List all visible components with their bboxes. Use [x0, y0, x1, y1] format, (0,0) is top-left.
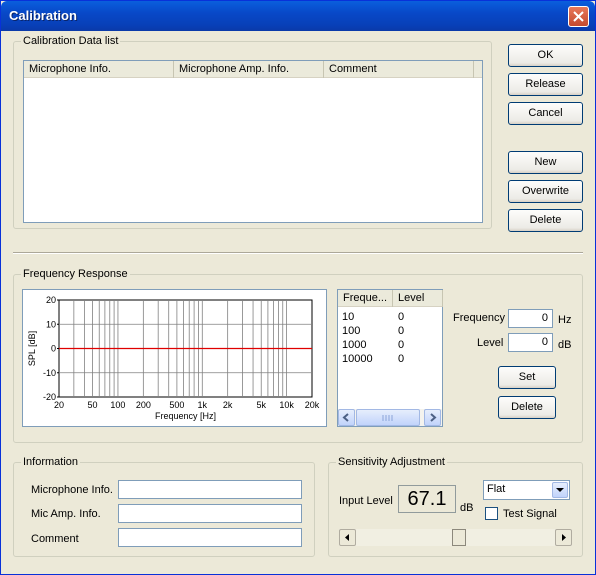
input-level-unit: dB: [460, 502, 474, 514]
scroll-right-button[interactable]: [424, 409, 441, 426]
sensitivity-adjustment-legend: Sensitivity Adjustment: [338, 456, 445, 468]
frequency-input[interactable]: 0: [508, 309, 553, 328]
mic-amp-info-input[interactable]: [118, 504, 302, 523]
column-microphone-amp-info[interactable]: Microphone Amp. Info.: [174, 61, 324, 78]
slider-thumb[interactable]: [452, 529, 467, 546]
x-tick-label: 1k: [198, 400, 208, 410]
y-tick-label: -10: [43, 368, 56, 378]
frequency-response-chart: 20 10 0 -10 -20 20 50 100 200 500 1k 2k 5k 10k 20k Freq…: [22, 289, 327, 427]
test-signal-label: Test Signal: [503, 508, 557, 520]
dropdown-button[interactable]: [552, 482, 568, 498]
row-frequency: 100: [342, 325, 361, 337]
weighting-select[interactable]: Flat: [483, 480, 570, 500]
microphone-info-input[interactable]: [118, 480, 302, 499]
comment-label: Comment: [31, 533, 79, 545]
column-comment[interactable]: Comment: [324, 61, 474, 78]
frequency-response-legend: Frequency Response: [23, 268, 128, 280]
level-input[interactable]: 0: [508, 333, 553, 352]
frequency-unit: Hz: [558, 314, 572, 326]
overwrite-button[interactable]: Overwrite: [508, 180, 583, 203]
frequency-table-header: Freque... Level: [338, 290, 443, 307]
row-level: 0: [398, 325, 405, 337]
x-tick-label: 2k: [223, 400, 233, 410]
calibration-data-list[interactable]: Microphone Info. Microphone Amp. Info. C…: [23, 60, 483, 223]
table-row-level[interactable]: 0: [398, 338, 404, 352]
row-level: 0: [398, 353, 405, 365]
x-tick-label: 20: [54, 400, 64, 410]
weighting-value: Flat: [487, 483, 506, 495]
close-icon: [573, 11, 584, 22]
y-tick-label: 10: [46, 319, 56, 329]
table-row[interactable]: 100: [342, 324, 360, 338]
table-row[interactable]: 1000: [342, 338, 366, 352]
x-tick-label: 20k: [305, 400, 320, 410]
slider-right-button[interactable]: [555, 529, 572, 546]
x-axis-label: Frequency [Hz]: [155, 411, 216, 421]
close-button[interactable]: [568, 6, 589, 27]
column-microphone-info[interactable]: Microphone Info.: [24, 61, 174, 78]
release-button[interactable]: Release: [508, 73, 583, 96]
column-frequency[interactable]: Freque...: [338, 290, 393, 307]
calibration-list-header: Microphone Info. Microphone Amp. Info. C…: [24, 61, 482, 78]
row-level: 0: [398, 311, 405, 323]
frequency-table[interactable]: Freque... Level 10 0 100 0 1000 0 10000 …: [337, 289, 443, 427]
input-level-label: Input Level: [339, 495, 393, 507]
y-tick-label: 20: [46, 295, 56, 305]
comment-input[interactable]: [118, 528, 302, 547]
frequency-label: Frequency: [453, 312, 505, 324]
x-tick-label: 50: [88, 400, 98, 410]
row-frequency: 1000: [342, 339, 367, 351]
chart-canvas: 20100-10-2020 50 100 200 500 1k 2k 5k 10k 20kFreq…: [27, 295, 320, 421]
sensitivity-slider[interactable]: [339, 529, 572, 546]
test-signal-checkbox[interactable]: [485, 507, 498, 520]
title-bar[interactable]: Calibration: [1, 1, 595, 31]
x-tick-label: 200: [136, 400, 151, 410]
new-button[interactable]: New: [508, 151, 583, 174]
information-legend: Information: [23, 456, 79, 468]
mic-amp-info-label: Mic Amp. Info.: [31, 508, 101, 520]
table-row-level[interactable]: 0: [398, 310, 404, 324]
x-tick-label: 5k: [256, 400, 266, 410]
level-unit: dB: [558, 339, 572, 351]
cancel-button[interactable]: Cancel: [508, 102, 583, 125]
table-row-level[interactable]: 0: [398, 352, 404, 366]
column-level[interactable]: Level: [393, 290, 443, 307]
arrow-left-icon: [342, 413, 349, 422]
separator: [13, 252, 583, 254]
y-axis-label: SPL [dB]: [27, 331, 37, 366]
chevron-down-icon: [556, 488, 564, 492]
arrow-right-icon: [430, 413, 437, 422]
table-row[interactable]: 10: [342, 310, 354, 324]
grip-icon: [382, 415, 393, 421]
set-button[interactable]: Set: [498, 366, 556, 389]
microphone-info-label: Microphone Info.: [31, 484, 113, 496]
calibration-window: Calibration Calibration Data list Microp…: [0, 0, 596, 575]
calibration-data-legend: Calibration Data list: [23, 35, 119, 47]
x-tick-label: 10k: [279, 400, 294, 410]
x-tick-label: 500: [169, 400, 184, 410]
x-tick-label: 100: [110, 400, 125, 410]
row-frequency: 10: [342, 311, 355, 323]
delete-point-button[interactable]: Delete: [498, 396, 556, 419]
row-level: 0: [398, 339, 405, 351]
arrow-left-icon: [345, 534, 349, 541]
slider-left-button[interactable]: [339, 529, 356, 546]
y-tick-label: 0: [51, 344, 56, 354]
scroll-thumb[interactable]: [356, 409, 420, 426]
table-row[interactable]: 10000: [342, 352, 373, 366]
frequency-table-scrollbar[interactable]: [338, 409, 442, 426]
delete-button[interactable]: Delete: [508, 209, 583, 232]
arrow-right-icon: [562, 534, 566, 541]
window-title: Calibration: [9, 8, 77, 23]
table-row-level[interactable]: 0: [398, 324, 404, 338]
row-frequency: 10000: [342, 353, 373, 365]
scroll-left-button[interactable]: [338, 409, 355, 426]
level-label: Level: [477, 337, 504, 349]
ok-button[interactable]: OK: [508, 44, 583, 67]
input-level-readout: 67.1: [398, 485, 456, 513]
